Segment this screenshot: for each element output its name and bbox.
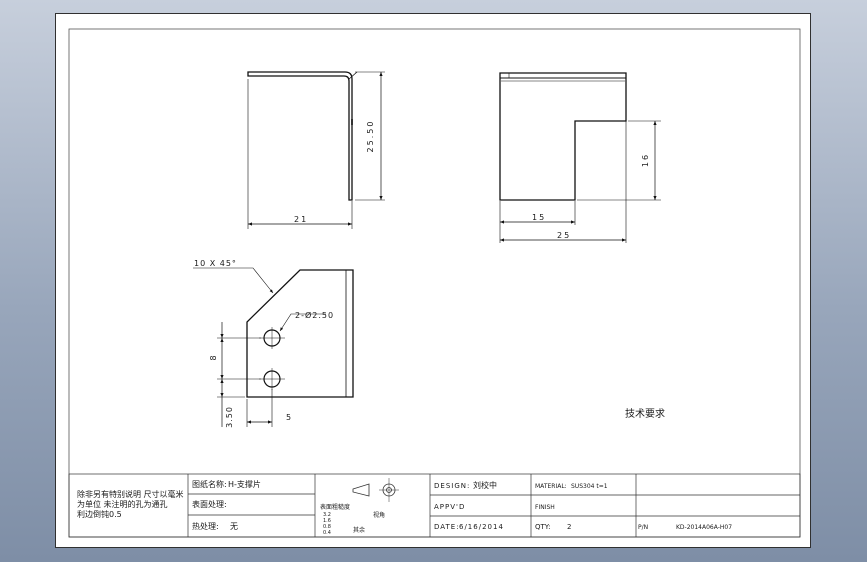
hole-callout: 2-Ø2.50	[295, 310, 334, 320]
approved-label: APPV'D	[434, 503, 465, 511]
qty-value: 2	[567, 523, 571, 531]
chamfer-callout: 10 X 45°	[194, 259, 237, 268]
heat-value: 无	[230, 522, 238, 531]
hole-offset-dim: 5	[286, 413, 291, 422]
flat-view	[193, 267, 354, 427]
front-overall-dim: 25	[557, 231, 571, 240]
front-height-dim: 16	[641, 153, 650, 167]
part-name-value: H-支撑片	[228, 479, 261, 489]
date-label: DATE:	[434, 523, 460, 531]
angle-label: 视角	[373, 511, 385, 519]
front-view	[499, 72, 661, 243]
hole-spacing-dim: 8	[209, 355, 218, 360]
pn-label: P/N	[638, 524, 648, 531]
note-line-1: 除非另有特别说明 尺寸以毫米	[77, 489, 184, 499]
design-label: DESIGN:	[434, 482, 470, 490]
qty-label: QTY:	[535, 523, 551, 531]
front-notch-dim: 15	[532, 213, 546, 222]
pn-value: KD-2014A06A-H07	[676, 524, 732, 531]
inner-border	[68, 28, 801, 538]
note-line-2: 为单位 未注明的孔为通孔	[77, 499, 168, 509]
date-value: 6/16/2014	[459, 523, 504, 531]
heat-label: 热处理:	[192, 521, 219, 531]
design-value: 刘校中	[473, 480, 497, 490]
finish-label: FINISH	[535, 504, 555, 511]
part-name-label: 图纸名称:	[192, 479, 227, 489]
roughness-label: 表面粗糙度	[320, 503, 350, 511]
note-line-3: 利边倒钝0.5	[77, 509, 122, 519]
side-view	[247, 71, 385, 229]
material-label: MATERIAL:	[535, 483, 567, 490]
material-value: SUS304 t=1	[571, 483, 608, 490]
tech-requirements: 技术要求	[625, 407, 665, 420]
side-height-dim: 25.50	[366, 120, 375, 153]
hole-edge-dim: 3.50	[225, 406, 234, 428]
roughness-4: 0.4	[323, 530, 331, 536]
side-width-dim: 21	[294, 215, 308, 224]
roughness-note: 其余	[353, 526, 365, 534]
surface-label: 表面处理:	[192, 499, 227, 509]
drawing-canvas: 21 25.50 15 25 16 10 X 45° 2-Ø2.50 8 3.5…	[68, 28, 801, 538]
drawing-sheet: 21 25.50 15 25 16 10 X 45° 2-Ø2.50 8 3.5…	[55, 13, 811, 548]
